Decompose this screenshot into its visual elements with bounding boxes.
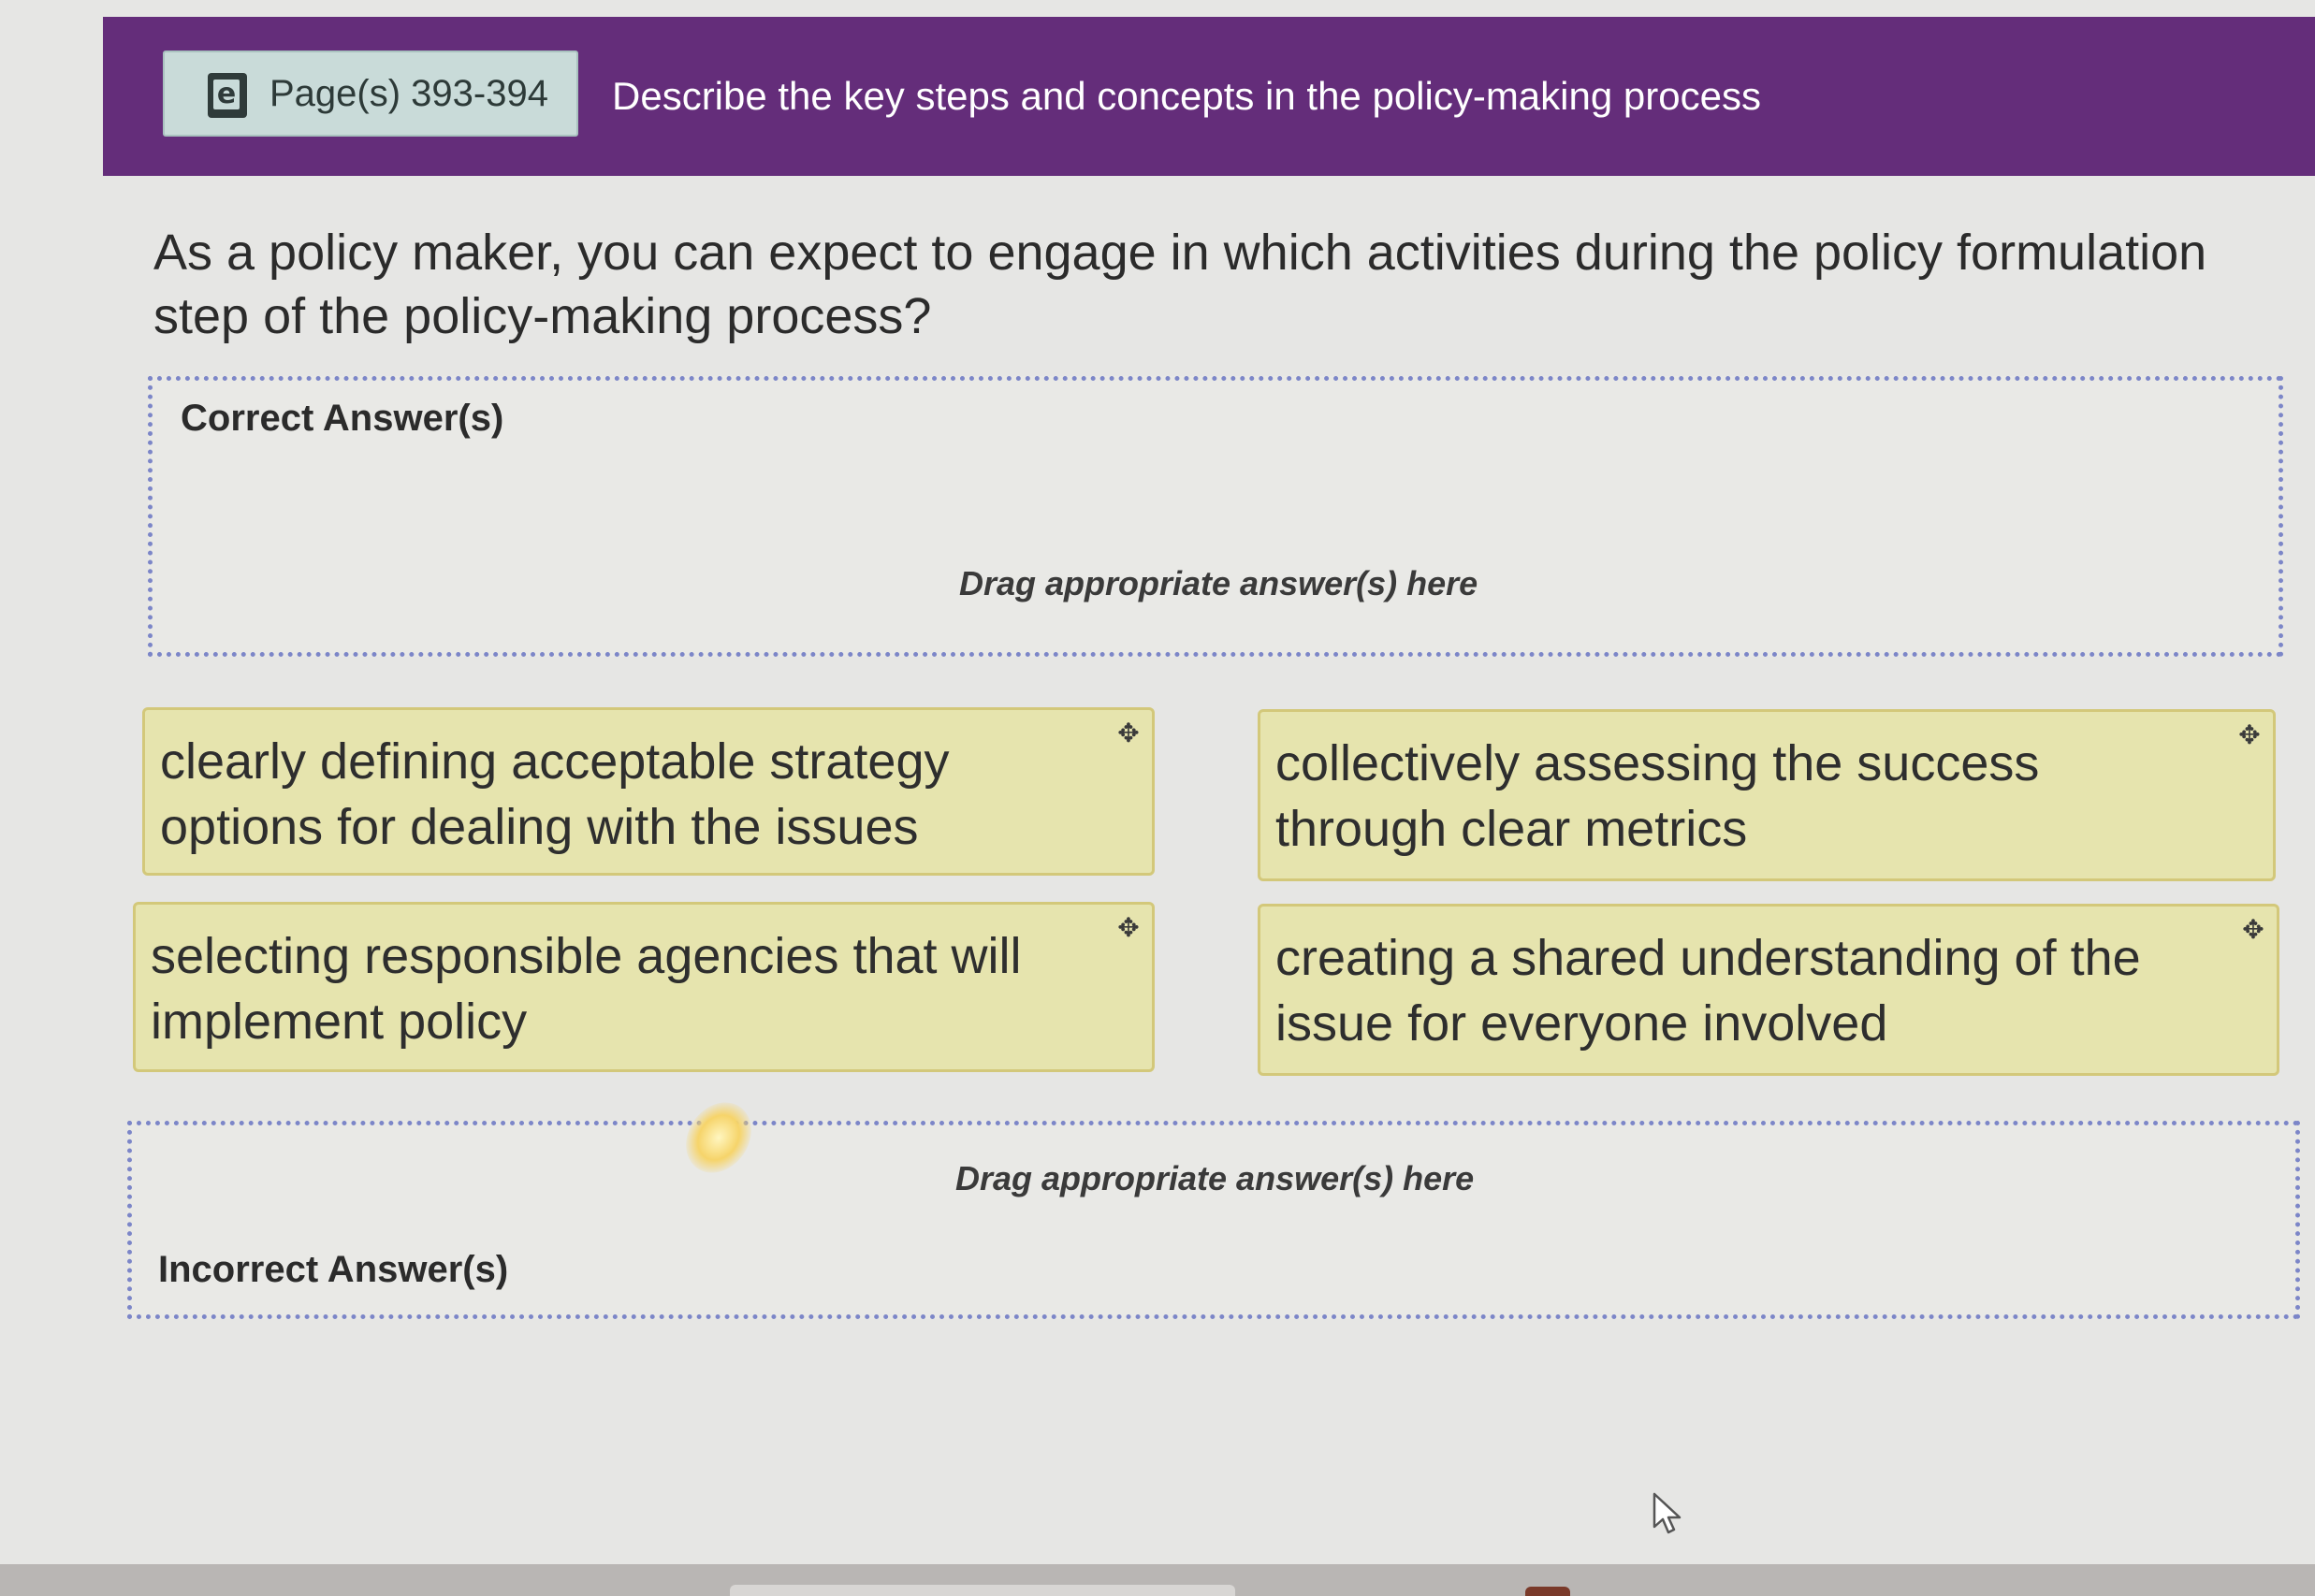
correct-answers-title: Correct Answer(s): [181, 398, 504, 439]
answer-tile[interactable]: creating a shared understanding of the i…: [1258, 904, 2279, 1076]
answer-tile[interactable]: selecting responsible agencies that will…: [133, 902, 1155, 1072]
answer-tile[interactable]: collectively assessing the success throu…: [1258, 709, 2276, 881]
correct-answers-dropzone[interactable]: Correct Answer(s) Drag appropriate answe…: [148, 376, 2283, 657]
incorrect-answers-dropzone[interactable]: Drag appropriate answer(s) here Incorrec…: [127, 1121, 2300, 1319]
answer-text: collectively assessing the success throu…: [1275, 735, 2040, 857]
ebook-icon: e: [208, 73, 247, 118]
page-reference-label: Page(s) 393-394: [269, 73, 548, 114]
question-text: As a policy maker, you can expect to eng…: [153, 225, 2207, 344]
mouse-cursor-icon: [1653, 1492, 1682, 1534]
move-icon[interactable]: ✥: [2239, 916, 2267, 944]
correct-drag-hint: Drag appropriate answer(s) here: [959, 564, 1478, 602]
answer-text: creating a shared understanding of the i…: [1275, 930, 2141, 1052]
answer-text: selecting responsible agencies that will…: [151, 928, 1022, 1050]
incorrect-answers-title: Incorrect Answer(s): [158, 1249, 509, 1290]
move-icon[interactable]: ✥: [2235, 721, 2264, 749]
learning-objective: Describe the key steps and concepts in t…: [612, 74, 1761, 118]
move-icon[interactable]: ✥: [1114, 719, 1143, 747]
page-reference-button[interactable]: e Page(s) 393-394: [163, 51, 578, 137]
incorrect-drag-hint: Drag appropriate answer(s) here: [955, 1159, 1475, 1197]
device-bezel: [0, 1564, 2315, 1596]
objective-banner: e Page(s) 393-394 Describe the key steps…: [103, 17, 2315, 176]
screen: e Page(s) 393-394 Describe the key steps…: [0, 0, 2315, 1564]
move-icon[interactable]: ✥: [1114, 914, 1143, 942]
answer-tile[interactable]: clearly defining acceptable strategy opt…: [142, 707, 1155, 876]
answer-text: clearly defining acceptable strategy opt…: [160, 733, 950, 855]
